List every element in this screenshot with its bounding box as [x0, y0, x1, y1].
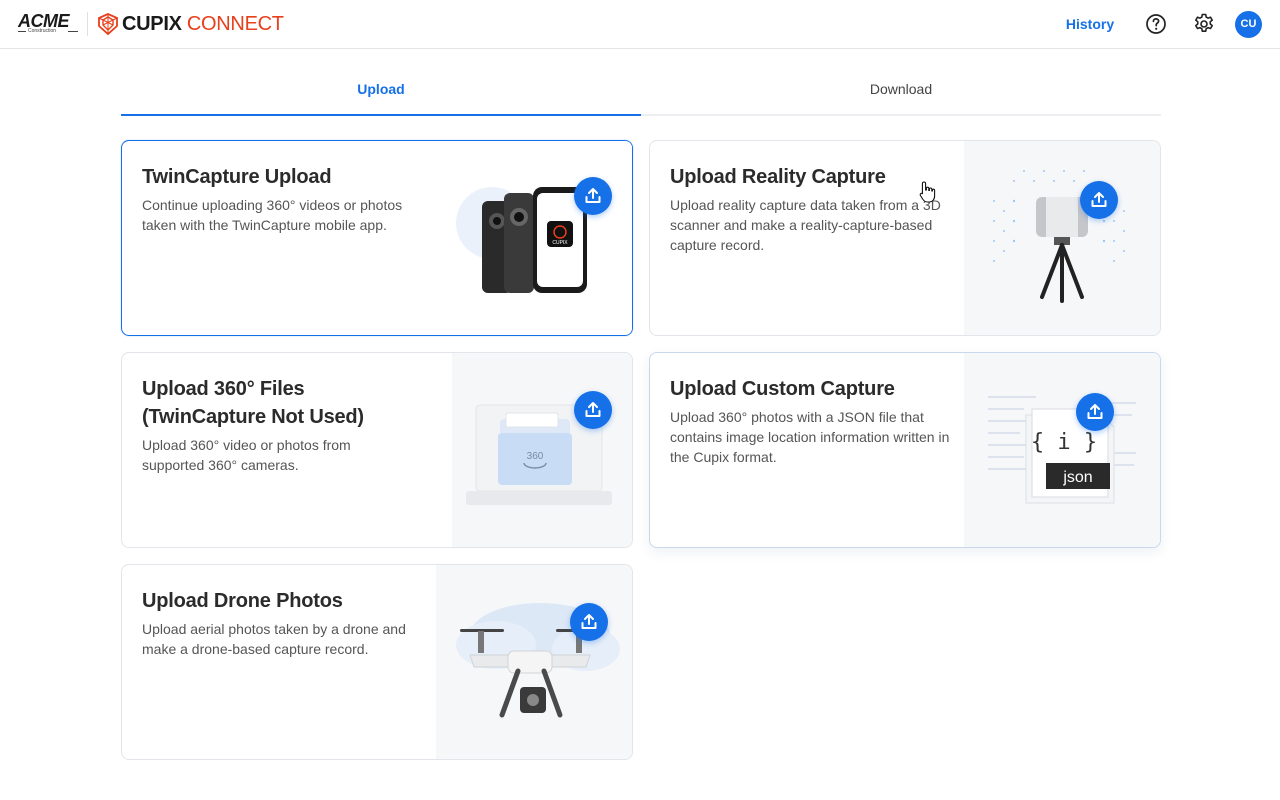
card-drone-photos[interactable]: Upload Drone Photos Upload aerial photos…: [121, 564, 633, 760]
user-avatar[interactable]: CU: [1235, 11, 1262, 38]
card-title: Upload Drone Photos: [142, 590, 343, 612]
upload-button[interactable]: [1076, 393, 1114, 431]
app-title-light: CONNECT: [186, 13, 284, 35]
card-description: Upload 360° video or photos from support…: [142, 437, 351, 473]
scanner-tripod-icon: [993, 170, 1125, 303]
acme-logo-subtext: Construction: [28, 28, 57, 34]
card-description: Upload 360° photos with a JSON file that…: [670, 409, 950, 465]
scanner-illustration: [964, 141, 1160, 335]
acme-logo-rule: [68, 31, 78, 32]
card-description: Continue uploading 360° videos or photos…: [142, 197, 403, 233]
card-description: Upload reality capture data taken from a…: [670, 197, 941, 253]
upload-download-tabs: Upload Download: [121, 72, 1161, 116]
card-description: Upload aerial photos taken by a drone an…: [142, 621, 406, 657]
upload-icon: [585, 188, 601, 203]
help-icon[interactable]: [1144, 12, 1168, 36]
upload-button[interactable]: [1080, 181, 1118, 219]
twincapture-illustration: CUPIX: [436, 141, 632, 335]
upload-icon: [1087, 404, 1103, 419]
upload-icon: [585, 402, 601, 417]
card-title: Upload Custom Capture: [670, 378, 895, 400]
upload-button[interactable]: [574, 391, 612, 429]
json-file-illustration: { i } json: [964, 353, 1160, 547]
tab-download[interactable]: Download: [641, 72, 1161, 116]
drone-illustration: [436, 565, 632, 759]
card-title: TwinCapture Upload: [142, 166, 332, 188]
upload-icon: [581, 614, 597, 629]
drone-icon: [456, 603, 620, 718]
card-twincapture-upload[interactable]: TwinCapture Upload Continue uploading 36…: [121, 140, 633, 336]
json-file-label: json: [1062, 469, 1092, 486]
app-icon-label: CUPIX: [552, 240, 568, 246]
upload-button[interactable]: [570, 603, 608, 641]
history-link[interactable]: History: [1060, 15, 1120, 33]
json-braces-label: { i }: [1031, 430, 1097, 455]
card-title: Upload Reality Capture: [670, 166, 886, 188]
card-reality-capture[interactable]: Upload Reality Capture Upload reality ca…: [649, 140, 1161, 336]
json-file-icon: { i } json: [988, 396, 1136, 504]
camera-phone-icon: CUPIX: [456, 187, 587, 293]
laptop-folder-illustration: 360: [452, 353, 632, 547]
top-bar: ACME Construction CUPIX CONNECT History …: [0, 0, 1280, 49]
card-title: Upload 360° Files (TwinCapture Not Used): [142, 378, 364, 428]
upload-icon: [1091, 192, 1107, 207]
logo-divider: [87, 12, 88, 36]
laptop-folder-icon: 360: [466, 404, 612, 505]
cupix-logo-icon: [98, 13, 118, 36]
app-title[interactable]: CUPIX CONNECT: [122, 12, 284, 36]
upload-button[interactable]: [574, 177, 612, 215]
card-360-files[interactable]: Upload 360° Files (TwinCapture Not Used)…: [121, 352, 633, 548]
acme-logo-rule: [18, 31, 26, 32]
card-custom-capture[interactable]: Upload Custom Capture Upload 360° photos…: [649, 352, 1161, 548]
app-title-bold: CUPIX: [122, 13, 182, 35]
folder-360-label: 360: [527, 451, 544, 462]
tab-upload[interactable]: Upload: [121, 72, 641, 116]
gear-icon[interactable]: [1192, 12, 1216, 36]
acme-logo[interactable]: ACME Construction: [18, 11, 80, 35]
